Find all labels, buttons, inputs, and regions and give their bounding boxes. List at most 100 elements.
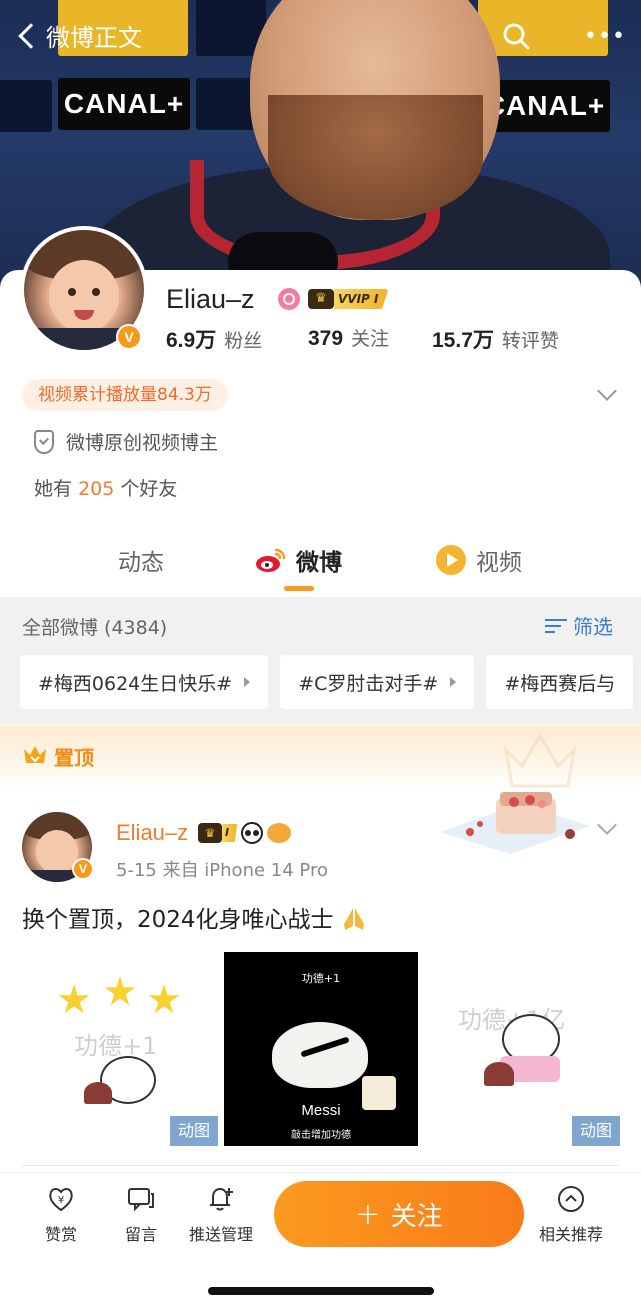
sponsor-board (0, 80, 52, 132)
gif-tag: 动图 (170, 1116, 218, 1146)
push-settings-button[interactable]: 推送管理 (184, 1185, 258, 1245)
message-button[interactable]: 留言 (106, 1185, 176, 1245)
friends-count: 205 (78, 478, 115, 500)
profile-stats: 6.9万 粉丝 379 关注 15.7万 转评赞 (166, 324, 559, 354)
post-image-2[interactable]: 功德+1 Messi 敲击增加功德 (224, 952, 418, 1146)
profile-username: Eliau–z (166, 284, 255, 314)
follow-button[interactable]: + 关注 (274, 1181, 524, 1247)
filter-icon (545, 617, 567, 635)
weibo-logo-icon (256, 548, 286, 572)
play-arrow-icon (244, 677, 251, 687)
crown-icon (24, 746, 46, 763)
sponsor-board-canal: CANAL+ (58, 78, 190, 130)
back-label: 微博正文 (46, 24, 142, 52)
message-label: 留言 (124, 1225, 157, 1244)
bell-add-icon (210, 1187, 233, 1211)
friends-prefix: 她有 (34, 478, 73, 500)
chevron-up-circle-icon (558, 1186, 584, 1212)
topic-chip[interactable]: #C罗肘击对手# (280, 655, 475, 709)
topic-chip[interactable]: #梅西赛后与 (486, 655, 634, 709)
post-filter-area: 全部微博 (4384) 筛选 #梅西0624生日快乐# #C罗肘击对手# #梅西… (0, 597, 641, 725)
follow-label: 关注 (390, 1201, 443, 1232)
merit-label: 功德+1 (301, 972, 341, 985)
gif-overlay-text: 功德+1 (74, 1032, 158, 1060)
star-icon (148, 984, 180, 1014)
tab-label: 动态 (118, 550, 164, 576)
verified-text: 微博原创视频博主 (66, 432, 219, 454)
topic-chip-label: #梅西0624生日快乐# (38, 672, 233, 695)
reward-button[interactable]: ¥ 赞赏 (26, 1185, 96, 1245)
verified-v-icon: V (116, 324, 142, 350)
post-image-3[interactable]: 功德+1亿 动图 (424, 952, 620, 1146)
push-settings-label: 推送管理 (188, 1225, 253, 1244)
play-arrow-icon (450, 677, 457, 687)
tab-dynamics[interactable]: 动态 (118, 540, 164, 580)
stat-following[interactable]: 379 关注 (308, 324, 432, 354)
decorative-picnic-icon (440, 792, 590, 854)
stat-fans[interactable]: 6.9万 粉丝 (166, 324, 308, 354)
back-button[interactable]: 微博正文 (14, 18, 142, 53)
player-beard (268, 95, 483, 220)
more-dots-icon[interactable]: ••• (584, 24, 626, 49)
tab-label: 微博 (296, 550, 342, 576)
star-icon (58, 984, 90, 1014)
tab-weibo[interactable]: 微博 (254, 540, 342, 580)
vvip-badge[interactable]: ♛ VVIP I (308, 288, 389, 310)
svg-text:¥: ¥ (58, 1195, 64, 1206)
topic-chip-label: #C罗肘击对手# (298, 672, 439, 695)
post-image-1[interactable]: 功德+1 动图 (22, 952, 218, 1146)
post-author-name[interactable]: Eliau–z (116, 820, 188, 846)
stat-label: 转评赞 (501, 330, 559, 352)
stat-reposts-likes[interactable]: 15.7万 转评赞 (432, 324, 559, 354)
verified-info: 微博原创视频博主 (34, 428, 218, 455)
search-icon[interactable] (502, 22, 530, 50)
reward-icon: ¥ (49, 1188, 73, 1212)
image-caption-name: Messi (301, 1102, 341, 1119)
crown-icon: ♛ (308, 289, 334, 309)
friends-info[interactable]: 她有 205 个好友 (34, 474, 177, 501)
post-meta: 5-15 来自 iPhone 14 Pro (116, 860, 328, 881)
chevron-left-icon (18, 22, 44, 49)
profile-tabs: 动态 微博 视频 (0, 540, 641, 596)
search-badge-icon[interactable] (278, 288, 300, 310)
post-text: 换个置顶，2024化身唯心战士 (22, 900, 367, 934)
pinned-label: 置顶 (54, 746, 94, 770)
post-text-content: 换个置顶，2024化身唯心战士 (22, 907, 334, 933)
topic-chip-label: #梅西赛后与 (504, 672, 616, 695)
bowl-icon (84, 1082, 112, 1104)
topic-chip[interactable]: #梅西0624生日快乐# (20, 655, 269, 709)
vip-level: I (222, 824, 238, 842)
tab-video[interactable]: 视频 (436, 540, 522, 580)
fish-badge-icon (267, 823, 292, 843)
stat-label: 关注 (351, 328, 390, 350)
filter-button[interactable]: 筛选 (545, 611, 613, 640)
sponsor-board (196, 78, 258, 130)
chevron-down-icon[interactable] (597, 815, 617, 835)
stat-label: 粉丝 (224, 330, 263, 352)
image-caption-sub: 敲击增加功德 (291, 1130, 351, 1141)
panda-badge-icon (241, 822, 264, 844)
decorative-crown-icon (503, 733, 577, 788)
all-posts-count: 全部微博 (4384) (22, 617, 168, 639)
related-label: 相关推荐 (538, 1225, 603, 1244)
vvip-label: VVIP I (334, 289, 389, 309)
home-indicator (208, 1287, 434, 1295)
plus-icon: + (355, 1196, 381, 1232)
active-tab-indicator (284, 586, 314, 591)
message-icon (128, 1188, 154, 1212)
stat-number: 6.9万 (166, 329, 217, 352)
related-recommendations-button[interactable]: 相关推荐 (536, 1185, 606, 1245)
post-author-badges: ♛ I (198, 822, 292, 844)
reward-label: 赞赏 (44, 1225, 77, 1244)
friends-suffix: 个好友 (120, 478, 178, 500)
gif-tag: 动图 (572, 1116, 620, 1146)
vip-badge[interactable]: ♛ I (198, 823, 238, 843)
topic-chips: #梅西0624生日快乐# #C罗肘击对手# #梅西赛后与 (20, 655, 634, 709)
video-views-chip[interactable]: 视频累计播放量84.3万 (22, 379, 228, 411)
bowl-icon (484, 1062, 514, 1086)
wooden-fish-icon (272, 1022, 368, 1088)
top-bar: 微博正文 ••• (0, 0, 641, 78)
tab-label: 视频 (476, 550, 522, 576)
shield-icon (34, 429, 54, 454)
star-icon (104, 976, 136, 1006)
